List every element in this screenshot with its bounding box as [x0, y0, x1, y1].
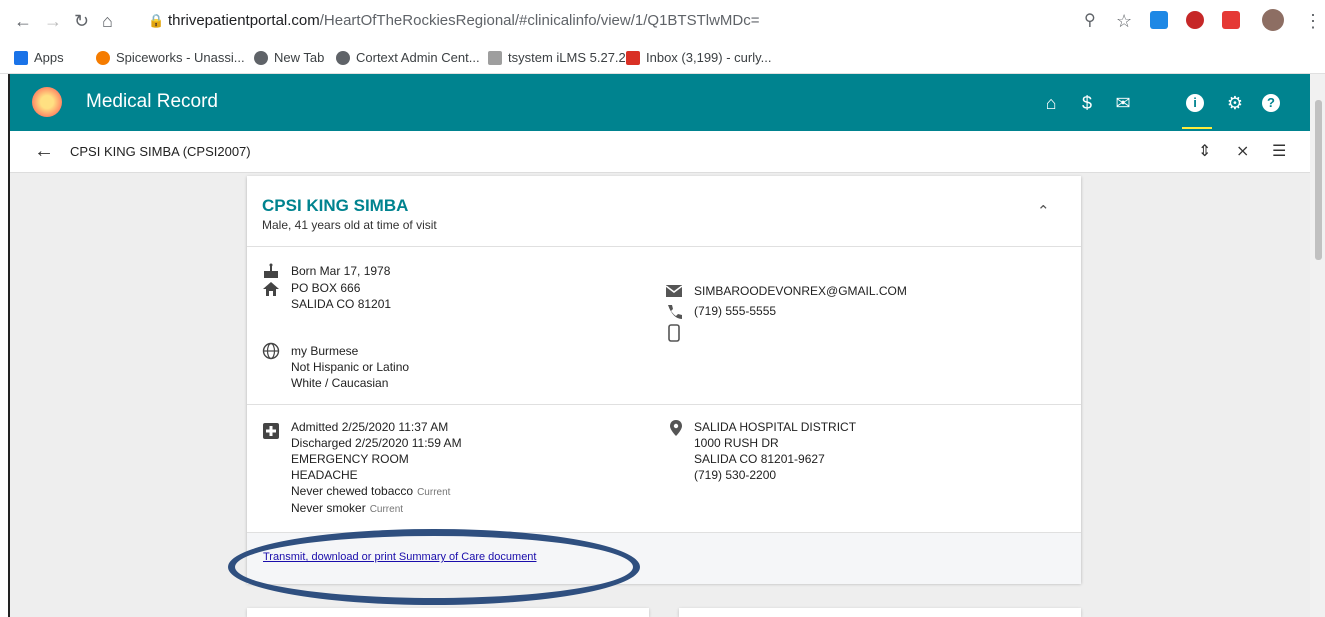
mobile-phone-icon	[668, 324, 680, 342]
url-path: /HeartOfTheRockiesRegional/#clinicalinfo…	[319, 12, 760, 29]
bookmark-label: Cortext Admin Cent...	[356, 50, 480, 65]
patient-card: CPSI KING SIMBA Male, 41 years old at ti…	[247, 176, 1081, 584]
location-pin-icon	[670, 420, 682, 436]
bookmark-label: Spiceworks - Unassi...	[116, 50, 245, 65]
home-browser-icon[interactable]: ⌂	[102, 9, 113, 33]
bookmark-label: tsystem iLMS 5.27.2	[508, 50, 626, 65]
apps-grid-icon	[14, 50, 28, 65]
email-address: SIMBAROODEVONREX@GMAIL.COM	[694, 284, 907, 298]
birth-date: Born Mar 17, 1978	[291, 264, 391, 278]
address-bar[interactable]: 🔒 thrivepatientportal.com/HeartOfTheRock…	[140, 6, 1060, 36]
back-icon[interactable]: ←	[34, 140, 54, 163]
discharged-date: Discharged 2/25/2020 11:59 AM	[291, 436, 462, 450]
ublock-icon[interactable]	[1186, 11, 1204, 29]
bookmark-label: Inbox (3,199) - curly...	[646, 50, 772, 65]
url-host: thrivepatientportal.com	[168, 12, 320, 29]
department: EMERGENCY ROOM	[291, 452, 409, 466]
app-title: Medical Record	[86, 91, 218, 112]
facility-phone: (719) 530-2200	[694, 468, 777, 482]
cake-icon	[264, 263, 278, 278]
expand-all-icon[interactable]: ⇕	[1198, 141, 1211, 161]
lock-icon: 🔒	[148, 13, 165, 28]
globe-language-icon	[262, 342, 280, 360]
tobacco-status-tag: Current	[417, 487, 451, 498]
extension-icon[interactable]	[1150, 11, 1168, 29]
globe-icon	[254, 50, 268, 65]
facility-address2: SALIDA CO 81201-9627	[694, 452, 825, 466]
address-line1: PO BOX 666	[291, 281, 361, 295]
bookmark-gmail[interactable]: Inbox (3,199) - curly...	[626, 50, 771, 65]
smoker-status-text: Never smoker	[291, 501, 366, 515]
back-arrow-icon[interactable]: ←	[14, 9, 32, 33]
smoker-status-tag: Current	[369, 504, 404, 515]
admitted-date: Admitted 2/25/2020 11:37 AM	[291, 420, 449, 434]
medical-cross-icon	[263, 423, 279, 439]
reload-icon[interactable]: ↻	[74, 9, 89, 33]
address-line2: SALIDA CO 81201	[291, 297, 392, 311]
patient-card-header[interactable]: CPSI KING SIMBA Male, 41 years old at ti…	[247, 176, 1081, 247]
bookmark-apps[interactable]: Apps	[14, 50, 64, 65]
chevron-up-icon[interactable]: ⌃	[1037, 202, 1050, 220]
app-logo-icon	[32, 87, 62, 117]
scrollbar-thumb[interactable]	[1315, 100, 1322, 260]
bookmark-cortext[interactable]: Cortext Admin Cent...	[336, 50, 480, 65]
profile-avatar[interactable]	[1262, 9, 1284, 31]
gmail-icon	[626, 50, 640, 65]
app-header: Medical Record ⌂ $ ✉ i ⚙ ?	[10, 74, 1310, 131]
bookmarks-bar: Apps Spiceworks - Unassi... New Tab Cort…	[0, 42, 1325, 74]
filter-icon[interactable]: ☰	[1272, 141, 1286, 161]
extension-red-icon[interactable]	[1222, 11, 1240, 29]
zoom-icon[interactable]: ⚲	[1084, 9, 1096, 33]
patient-name: CPSI KING SIMBA	[262, 196, 409, 215]
next-card-left	[247, 608, 649, 617]
bookmark-new-tab[interactable]: New Tab	[254, 50, 324, 65]
menu-dots-icon[interactable]: ⋮	[1304, 9, 1322, 33]
collapse-all-icon[interactable]: ⨯	[1236, 141, 1249, 161]
next-card-right	[679, 608, 1081, 617]
language: my Burmese	[291, 344, 359, 358]
tsystem-icon	[488, 50, 502, 65]
gear-icon[interactable]: ⚙	[1224, 92, 1246, 114]
help-icon[interactable]: ?	[1262, 94, 1280, 112]
patient-description: Male, 41 years old at time of visit	[262, 218, 437, 232]
active-tab-indicator	[1182, 127, 1212, 129]
facility-name: SALIDA HOSPITAL DISTRICT	[694, 420, 857, 434]
star-icon[interactable]: ☆	[1116, 9, 1132, 33]
window-left-edge	[0, 74, 10, 617]
card-footer: Transmit, download or print Summary of C…	[247, 532, 1081, 584]
phone-icon	[668, 305, 682, 319]
summary-of-care-link[interactable]: Transmit, download or print Summary of C…	[263, 551, 536, 563]
info-icon[interactable]: i	[1186, 94, 1204, 112]
home-address-icon	[263, 282, 279, 296]
visit-reason: HEADACHE	[291, 468, 358, 482]
smoker-status: Never smoker Current	[291, 501, 403, 515]
ethnicity: Not Hispanic or Latino	[291, 360, 410, 374]
browser-toolbar: ← → ↻ ⌂ 🔒 thrivepatientportal.com/HeartO…	[0, 0, 1325, 42]
home-icon[interactable]: ⌂	[1040, 92, 1062, 114]
mail-icon[interactable]: ✉	[1112, 92, 1134, 114]
bookmark-label: Apps	[34, 50, 64, 65]
spiceworks-icon	[96, 50, 110, 65]
email-icon	[665, 285, 683, 297]
url-text: thrivepatientportal.com/HeartOfTheRockie…	[168, 12, 760, 29]
phone-number: (719) 555-5555	[694, 304, 777, 318]
tobacco-status-text: Never chewed tobacco	[291, 484, 414, 498]
patient-breadcrumb: CPSI KING SIMBA (CPSI2007)	[70, 144, 251, 159]
bookmark-label: New Tab	[274, 50, 325, 65]
bookmark-spiceworks[interactable]: Spiceworks - Unassi...	[96, 50, 245, 65]
forward-arrow-icon[interactable]: →	[44, 9, 62, 33]
globe-icon	[336, 50, 350, 65]
bookmark-tsystem[interactable]: tsystem iLMS 5.27.2	[488, 50, 626, 65]
facility-address1: 1000 RUSH DR	[694, 436, 779, 450]
section-divider	[247, 404, 1081, 405]
patient-subheader: ← CPSI KING SIMBA (CPSI2007) ⇕ ⨯ ☰	[10, 131, 1310, 173]
tobacco-status: Never chewed tobacco Current	[291, 484, 450, 498]
race: White / Caucasian	[291, 376, 389, 390]
dollar-icon[interactable]: $	[1076, 92, 1098, 114]
